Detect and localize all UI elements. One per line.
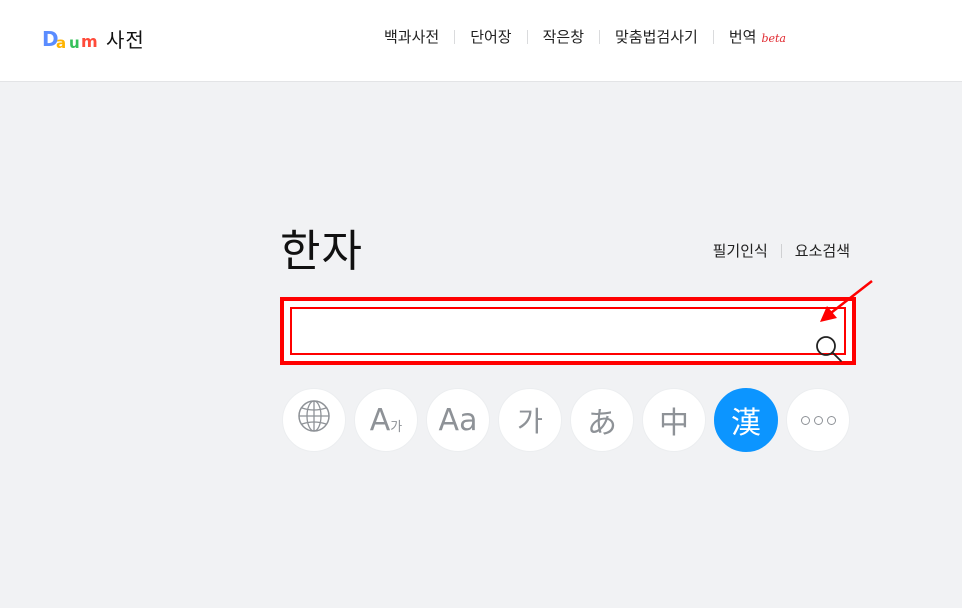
nav-divider <box>454 29 456 44</box>
lang-en-ko-sub: 가 <box>390 419 403 435</box>
lang-en-ko-glyph: A <box>369 402 391 438</box>
globe-icon <box>297 399 331 441</box>
handwriting-link[interactable]: 필기인식 <box>713 240 768 261</box>
logo-letter-a: a <box>56 33 67 52</box>
search-box <box>280 297 856 365</box>
daum-logo-mark: D a u m <box>42 28 98 52</box>
lang-ko-glyph: 가 <box>517 405 543 438</box>
logo-letter-u: u <box>69 33 80 52</box>
header: D a u m 사전 백과사전 단어장 작은창 맞춤법검사기 번역 beta <box>0 0 962 82</box>
page-title: 한자 <box>280 226 363 277</box>
nav-translate-label: 번역 <box>728 28 757 46</box>
lang-zh-glyph: 中 <box>659 406 689 441</box>
search-input[interactable] <box>302 317 786 349</box>
more-icon <box>799 415 838 425</box>
nav-divider <box>526 29 528 44</box>
lang-more-button[interactable] <box>786 388 850 452</box>
lang-hanja-button[interactable]: 漢 <box>714 388 778 452</box>
link-divider <box>780 243 782 258</box>
lang-korean-button[interactable]: 가 <box>498 388 562 452</box>
lang-chinese-button[interactable]: 中 <box>642 388 706 452</box>
daum-logo[interactable]: D a u m 사전 <box>42 24 145 53</box>
radical-search-link[interactable]: 요소검색 <box>795 240 850 261</box>
lang-ja-glyph: あ <box>587 406 617 441</box>
nav-encyclopedia[interactable]: 백과사전 <box>384 26 439 47</box>
lang-all-button[interactable] <box>282 388 346 452</box>
lang-english-korean-button[interactable]: A가 <box>354 388 418 452</box>
language-selector: A가 Aa 가 あ 中 漢 <box>282 388 858 452</box>
lang-hanja-glyph: 漢 <box>731 406 761 441</box>
service-name: 사전 <box>106 28 145 52</box>
lang-japanese-button[interactable]: あ <box>570 388 634 452</box>
top-nav: 백과사전 단어장 작은창 맞춤법검사기 번역 beta <box>384 26 786 47</box>
search-box-inner <box>290 307 846 362</box>
lang-english-button[interactable]: Aa <box>426 388 490 452</box>
beta-badge: beta <box>761 32 786 45</box>
logo-letter-m: m <box>81 31 98 51</box>
nav-divider <box>712 29 714 44</box>
lang-en-glyph: Aa <box>438 402 478 438</box>
nav-spell-checker[interactable]: 맞춤법검사기 <box>615 26 698 47</box>
annotation-arrow-icon <box>815 278 877 332</box>
nav-translate[interactable]: 번역 beta <box>729 26 786 47</box>
nav-wordbook[interactable]: 단어장 <box>470 26 511 47</box>
search-icon[interactable] <box>815 335 845 369</box>
nav-mini-window[interactable]: 작은창 <box>543 26 584 47</box>
search-options: 필기인식 요소검색 <box>713 240 850 261</box>
nav-divider <box>599 29 601 44</box>
